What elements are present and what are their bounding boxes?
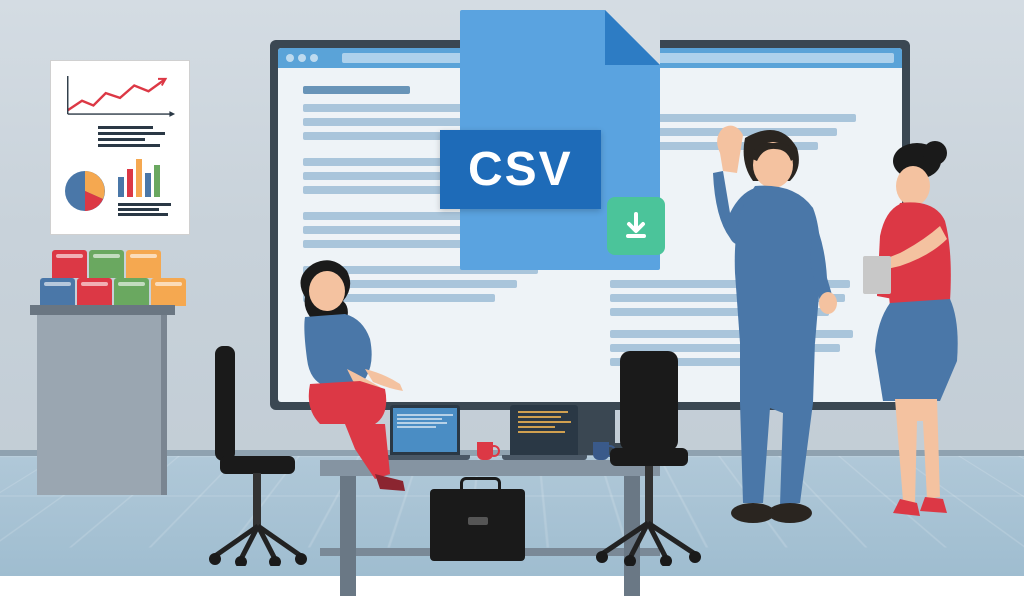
line-chart-icon: [63, 73, 177, 118]
csv-label: CSV: [440, 130, 601, 209]
pie-chart-icon: [63, 169, 108, 214]
office-illustration: CSV: [0, 0, 1024, 576]
seated-woman: [255, 249, 425, 504]
bar-chart-icon: [118, 157, 177, 197]
download-icon: [607, 197, 665, 255]
standing-man: [685, 123, 855, 548]
binders-stack: [40, 250, 188, 306]
wall-chart-poster: [50, 60, 190, 235]
standing-woman: [845, 141, 985, 546]
poster-text-lines: [98, 126, 177, 147]
blue-mug: [593, 442, 609, 460]
laptop-right: [510, 405, 587, 460]
red-mug: [477, 442, 493, 460]
csv-file-icon: CSV: [460, 10, 660, 270]
briefcase: [430, 489, 525, 561]
filing-cabinet: [30, 305, 175, 495]
